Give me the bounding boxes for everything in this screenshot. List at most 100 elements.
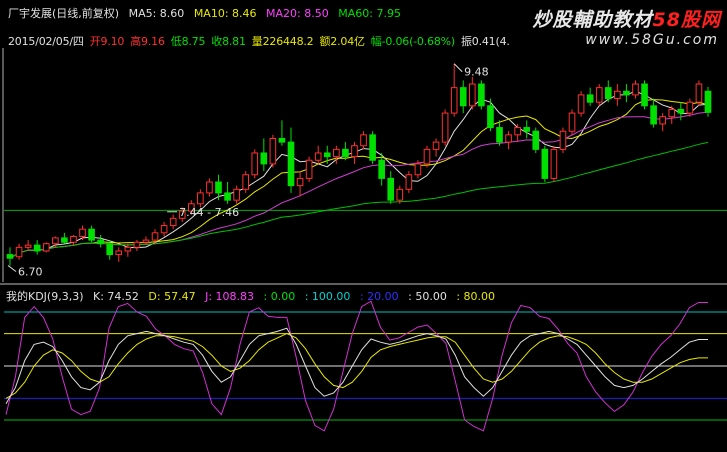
low-mark-pointer <box>7 265 17 272</box>
kdj-header: 我的KDJ(9,3,3) K: 74.52 D: 57.47 J: 108.83… <box>6 288 501 304</box>
candle-body <box>323 152 331 158</box>
candle-body <box>133 241 141 248</box>
candle-body <box>142 239 150 243</box>
candle-body <box>242 174 249 190</box>
candle-body <box>52 237 59 245</box>
kdj-j-value: J: 108.83 <box>205 290 255 303</box>
candle-body <box>550 148 558 179</box>
low-mark-label: 6.70 <box>18 265 43 278</box>
candle-body <box>459 87 467 107</box>
candle-body <box>559 130 567 150</box>
close-value: 8.81 <box>222 35 246 48</box>
close-label: 收 <box>211 35 223 48</box>
candle-body <box>568 112 576 132</box>
candle-body <box>260 152 268 165</box>
quote-bar: 2015/02/05/四 开9.10 高9.16 低8.75 收8.81 量226448.… <box>8 33 516 49</box>
open-label: 开 <box>89 35 101 48</box>
candle-body <box>450 87 458 114</box>
candle-body <box>15 246 23 258</box>
candle-body <box>396 188 404 201</box>
volume-label: 量 <box>251 35 263 48</box>
kdj-level-50: : 50.00 <box>408 290 447 303</box>
candle-body <box>686 101 694 114</box>
candle-body <box>24 244 32 248</box>
chart-canvas: 9.48 7.44 - 7.46 6.70 <box>0 48 727 432</box>
amount-value: 2.04亿 <box>330 35 365 48</box>
amount-label: 额 <box>319 35 331 48</box>
ma5-line <box>9 90 709 259</box>
candle-body <box>695 83 703 103</box>
indicator-header: 厂宇发展(日线,前复权) MA5: 8.60 MA10: 8.46 MA20: … <box>8 5 407 21</box>
candle-body <box>342 148 349 158</box>
candle-body <box>668 108 676 118</box>
candle-body <box>124 246 132 252</box>
candle-body <box>115 250 123 256</box>
high-value: 9.16 <box>141 35 165 48</box>
kdj-title: 我的KDJ(9,3,3) <box>6 290 84 303</box>
candle-body <box>97 239 104 245</box>
candle-body <box>296 177 304 187</box>
candle-body <box>505 134 512 143</box>
candle-body <box>614 90 621 100</box>
candle-body <box>33 244 41 252</box>
low-label: 低 <box>170 35 182 48</box>
candle-body <box>659 116 666 125</box>
candle-body <box>387 177 395 201</box>
change-value: -0.06(-0.68%) <box>381 35 456 48</box>
candle-body <box>278 137 286 143</box>
candle-body <box>595 87 603 103</box>
symbol-label: 厂宇发展(日线,前复权) <box>8 7 120 20</box>
candle-body <box>360 134 367 147</box>
candle-body <box>88 228 95 241</box>
candle-body <box>42 243 50 252</box>
quote-date: 2015/02/05/四 <box>8 35 84 48</box>
ma10-line <box>9 99 709 259</box>
candle-body <box>641 83 648 107</box>
candle-body <box>79 228 86 237</box>
candle-body <box>478 83 485 107</box>
candle-body <box>604 87 612 100</box>
candle-body <box>623 90 630 96</box>
candle-body <box>333 148 340 158</box>
candle-body <box>314 152 322 161</box>
watermark-brand: 58股网 <box>652 9 721 31</box>
candle-body <box>487 105 494 129</box>
kdj-d-value: D: 57.47 <box>148 290 196 303</box>
ma60-value: MA60: 7.95 <box>338 7 401 20</box>
candle-body <box>414 163 422 176</box>
candle-body <box>287 141 295 187</box>
price-panel: 9.48 7.44 - 7.46 6.70 <box>4 63 727 278</box>
candle-body <box>70 235 77 243</box>
mid-mark-label: 7.44 - 7.46 <box>179 206 239 219</box>
ma60-line <box>9 141 709 259</box>
candle-body <box>160 225 168 234</box>
kdj-level-20: : 20.00 <box>359 290 399 303</box>
watermark-prefix: 炒股輔助教材 <box>532 9 653 31</box>
kdj-level-80: : 80.00 <box>456 290 496 303</box>
high-mark-pointer <box>453 63 463 73</box>
kdj-k-value: K: 74.52 <box>93 290 139 303</box>
ma20-line <box>9 111 709 259</box>
candle-body <box>496 127 503 143</box>
candle-body <box>251 152 259 176</box>
candle-body <box>514 127 521 136</box>
candle-body <box>197 192 204 205</box>
candle-body <box>224 192 231 201</box>
high-label: 高 <box>130 35 142 48</box>
ma5-value: MA5: 8.60 <box>128 7 185 20</box>
kdj-level-0: : 0.00 <box>263 290 296 303</box>
low-value: 8.75 <box>181 35 206 48</box>
candle-body <box>305 159 313 179</box>
candle-body <box>586 94 594 103</box>
candle-body <box>577 94 585 114</box>
candle-body <box>704 90 712 113</box>
candle-body <box>432 141 440 150</box>
candle-body <box>61 237 68 243</box>
candle-body <box>541 148 549 179</box>
amplitude-value: 0.41(4. <box>471 35 510 48</box>
candle-body <box>351 145 358 158</box>
candle-body <box>469 83 476 107</box>
ma20-value: MA20: 8.50 <box>266 7 329 20</box>
candle-body <box>151 232 159 241</box>
candle-body <box>423 148 431 165</box>
